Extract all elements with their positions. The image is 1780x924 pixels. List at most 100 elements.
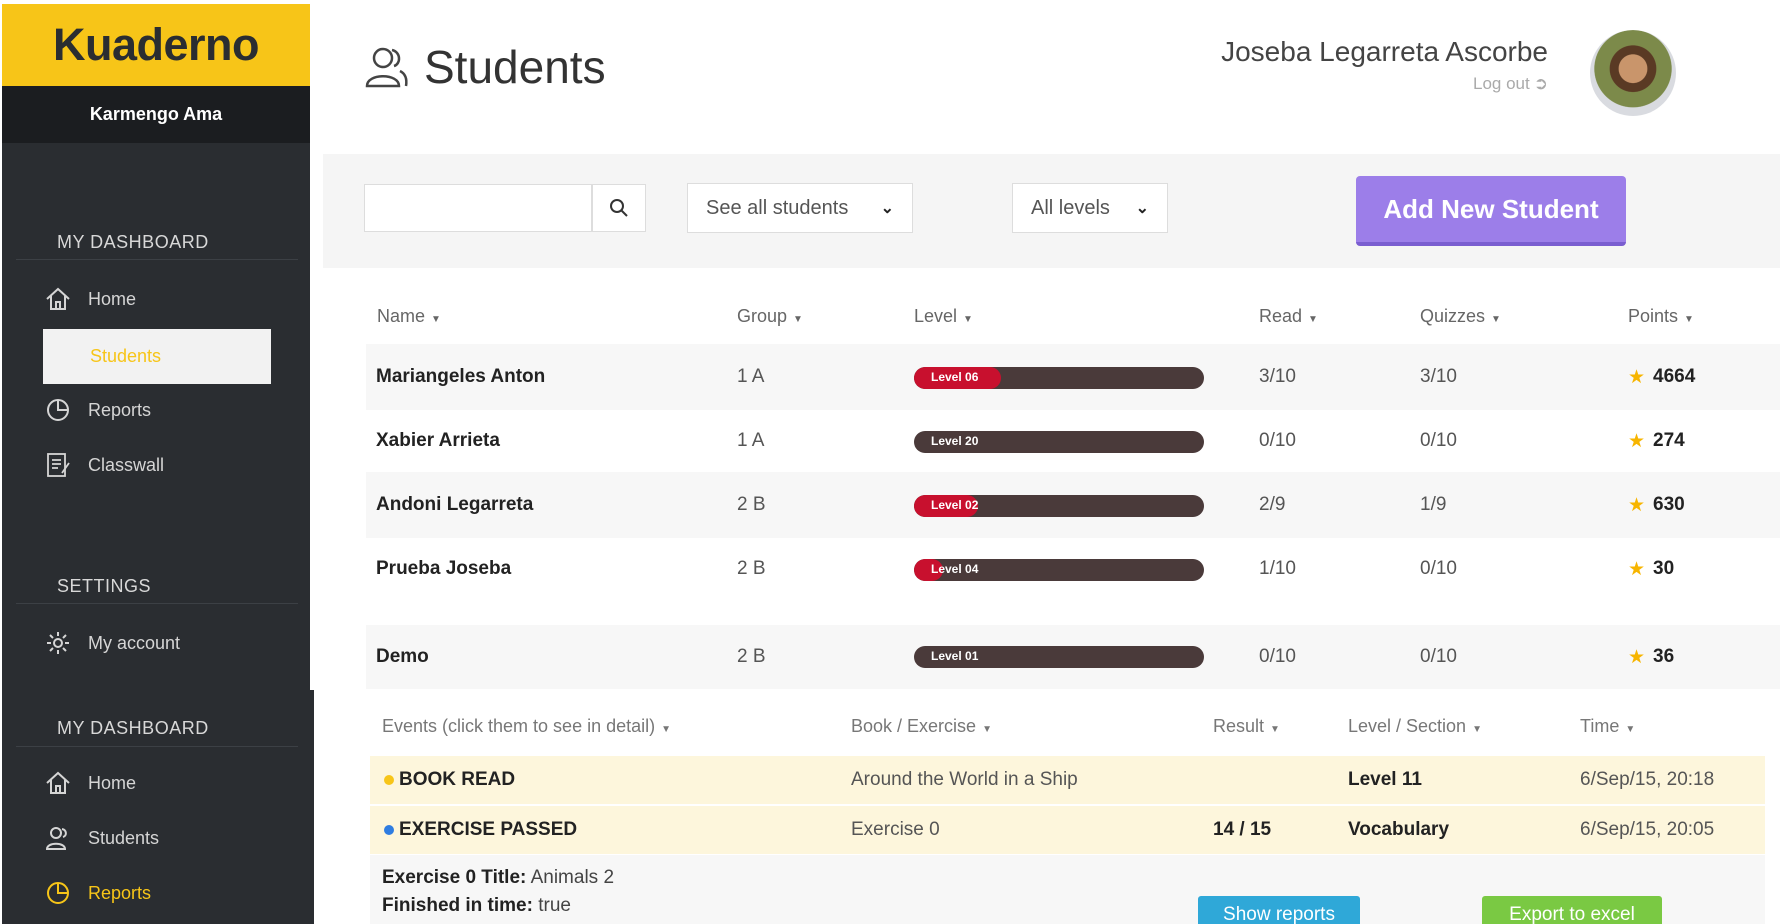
column-header-label: Book / Exercise [851,716,977,736]
app-frame: Kuaderno Karmengo Ama MY DASHBOARD Home … [0,0,1780,924]
student-quizzes: 0/10 [1420,646,1457,667]
detail-finished: Finished in time: true [382,895,571,917]
sidebar-item-label: My account [88,632,181,653]
sidebar-divider [16,259,298,260]
level-label: Level 02 [931,498,979,512]
sidebar-item-label: Classwall [88,454,165,475]
event-dot-icon [384,825,394,835]
sidebar-heading-dashboard: MY DASHBOARD [57,718,209,738]
column-header-name[interactable]: Name ▼ [377,306,441,327]
level-progress-bar: Level 20 [914,431,1204,453]
search-icon [610,199,628,217]
sort-caret-icon: ▼ [1472,724,1482,735]
events-header-event[interactable]: Events (click them to see in detail) ▼ [382,716,671,737]
sidebar-heading-settings: SETTINGS [57,576,152,596]
student-name: Xabier Arrieta [376,430,500,451]
avatar[interactable] [1590,30,1676,116]
column-header-points[interactable]: Points ▼ [1628,306,1694,327]
column-header-level[interactable]: Level ▼ [914,306,973,327]
column-header-group[interactable]: Group ▼ [737,306,803,327]
column-header-quizzes[interactable]: Quizzes ▼ [1420,306,1501,327]
points-value: 630 [1653,494,1685,515]
event-type-label: BOOK READ [399,769,516,790]
event-level: Vocabulary [1348,819,1450,840]
export-excel-button[interactable]: Export to excel [1482,896,1662,924]
level-label: Level 04 [931,562,979,576]
events-header-book[interactable]: Book / Exercise ▼ [851,716,992,737]
column-header-read[interactable]: Read ▼ [1259,306,1318,327]
sidebar-item-label: Students [88,827,160,848]
level-progress-bar: Level 01 [914,646,1204,668]
sidebar-item-label: Home [88,772,137,793]
search-input[interactable] [364,184,592,232]
student-name: Prueba Joseba [376,558,512,579]
search-button[interactable] [592,184,646,232]
student-group: 2 B [737,558,766,579]
add-new-student-button[interactable]: Add New Student [1356,176,1626,246]
table-row[interactable]: Xabier Arrieta 1 A Level 20 0/10 0/10 ★ 2… [366,408,1780,474]
sidebar-item-students[interactable]: Students [43,329,271,384]
points-value: 4664 [1653,366,1696,387]
sidebar-item-classwall[interactable]: Classwall [42,450,164,480]
sort-caret-icon: ▼ [1625,724,1636,735]
sidebar-item-home[interactable]: Home [42,768,136,798]
sidebar-item-home[interactable]: Home [42,284,136,314]
sidebar-item-reports[interactable]: Reports [42,878,151,908]
points-value: 30 [1653,558,1675,579]
student-points: ★ 630 [1628,472,1685,538]
table-row[interactable]: Andoni Legarreta 2 B Level 02 2/9 1/9 ★ 6… [366,472,1780,538]
table-row[interactable]: Prueba Joseba 2 B Level 04 1/10 0/10 ★ 30 [366,536,1780,602]
level-filter-value: All levels [1031,196,1110,219]
detail-title: Exercise 0 Title: Animals 2 [382,867,614,889]
event-row[interactable]: BOOK READ Around the World in a Ship Lev… [370,756,1765,804]
page-title: Students [424,41,606,93]
sidebar-item-students[interactable]: Students [42,823,159,853]
detail-title-value: Animals 2 [530,867,615,888]
student-filter-value: See all students [706,196,849,219]
student-group: 1 A [737,366,765,387]
event-dot-icon [384,775,394,785]
table-row[interactable]: Demo 2 B Level 01 0/10 0/10 ★ 36 [366,625,1780,689]
sidebar-divider [16,746,298,747]
points-value: 274 [1653,430,1685,451]
sort-caret-icon: ▼ [963,314,973,325]
level-progress-bar: Level 04 [914,559,1204,581]
sort-caret-icon: ▼ [1270,724,1280,735]
sidebar-item-label: Reports [88,882,152,903]
event-book: Exercise 0 [851,819,940,840]
events-header-level[interactable]: Level / Section ▼ [1348,716,1482,737]
level-filter-select[interactable]: All levels ⌄ [1012,183,1168,233]
sort-caret-icon: ▼ [1491,314,1501,325]
app-logo: Kuaderno [52,19,260,70]
sidebar-item-reports[interactable]: Reports [42,395,151,425]
event-type: BOOK READ [384,756,515,804]
column-header-label: Level / Section [1348,716,1467,736]
event-row[interactable]: EXERCISE PASSED Exercise 0 14 / 15 Vocab… [370,806,1765,854]
student-group: 2 B [737,646,766,667]
logout-link[interactable]: Log out ➲ [1473,74,1548,94]
sidebar-divider [16,603,298,604]
sidebar-item-label: Reports [88,399,152,420]
student-name: Mariangeles Anton [376,366,546,387]
reports-icon [42,395,74,425]
student-filter-select[interactable]: See all students ⌄ [687,183,913,233]
events-header-result[interactable]: Result ▼ [1213,716,1280,737]
sidebar-secondary: MY DASHBOARD Home Students Reports [2,690,314,924]
events-header-time[interactable]: Time ▼ [1580,716,1635,737]
column-header-label: Read [1259,306,1303,326]
table-row[interactable]: Mariangeles Anton 1 A Level 06 3/10 3/10… [366,344,1780,410]
event-type-label: EXERCISE PASSED [399,819,578,840]
event-type: EXERCISE PASSED [384,806,577,854]
student-name: Demo [376,646,429,667]
student-points: ★ 4664 [1628,344,1695,410]
column-header-label: Result [1213,716,1265,736]
show-reports-button[interactable]: Show reports [1198,896,1360,924]
sidebar-item-my-account[interactable]: My account [42,628,180,658]
column-header-label: Group [737,306,788,326]
column-header-label: Quizzes [1420,306,1486,326]
detail-title-label: Exercise 0 Title: [382,867,527,888]
page-header: Students [362,40,606,94]
classwall-icon [42,450,74,480]
logo-box[interactable]: Kuaderno [2,4,310,86]
home-icon [42,768,74,798]
